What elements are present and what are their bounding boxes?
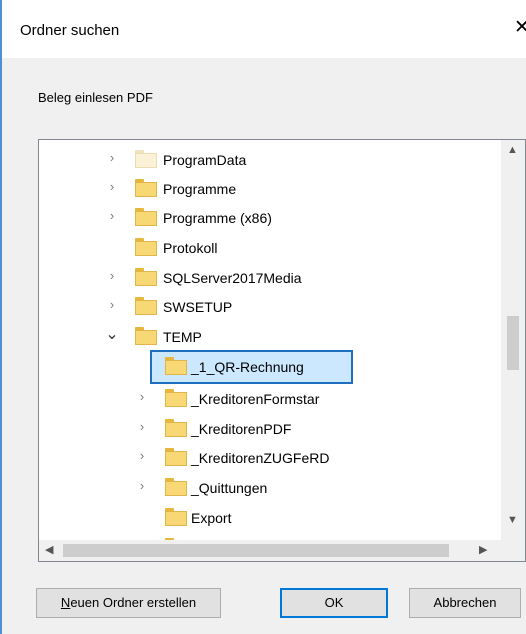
tree-item-swsetup[interactable]: › SWSETUP bbox=[39, 293, 499, 321]
tree-item-label: TEMP bbox=[163, 329, 202, 345]
tree-item-1-qr-rechnung[interactable]: _1_QR-Rechnung bbox=[39, 353, 499, 381]
expand-chevron-icon[interactable]: › bbox=[135, 419, 149, 435]
folder-icon bbox=[135, 297, 157, 315]
new-folder-button-mnemonic: N bbox=[60, 595, 71, 610]
tree-item-label: Protokoll bbox=[163, 240, 218, 256]
tree-item-export[interactable]: Export bbox=[39, 504, 499, 532]
tree-item-protokoll[interactable]: Protokoll bbox=[39, 234, 499, 262]
tree-item-label: _KreditorenZUGFeRD bbox=[191, 450, 330, 466]
expand-chevron-icon[interactable]: › bbox=[135, 448, 149, 464]
horizontal-scrollbar[interactable]: ◀ ▶ bbox=[39, 540, 501, 561]
tree-item-label: _KreditorenFormstar bbox=[191, 391, 320, 407]
collapse-chevron-icon[interactable]: ⌄ bbox=[105, 324, 119, 343]
folder-icon bbox=[165, 357, 187, 375]
tree-item-kreditorenzugferd[interactable]: › _KreditorenZUGFeRD bbox=[39, 444, 499, 472]
scroll-up-icon[interactable]: ▲ bbox=[507, 144, 518, 156]
scroll-down-icon[interactable]: ▼ bbox=[507, 514, 518, 526]
dialog-title: Ordner suchen bbox=[20, 22, 120, 39]
expand-chevron-icon[interactable]: › bbox=[135, 478, 149, 494]
folder-icon bbox=[165, 508, 187, 526]
scrollbar-corner bbox=[501, 540, 525, 561]
scroll-right-icon[interactable]: ▶ bbox=[479, 543, 487, 556]
tree-item-kreditorenformstar[interactable]: › _KreditorenFormstar bbox=[39, 385, 499, 413]
tree-item-label: _Quittungen bbox=[191, 480, 268, 496]
tree-item-label: SQLServer2017Media bbox=[163, 270, 302, 286]
expand-chevron-icon[interactable]: › bbox=[105, 150, 119, 166]
expand-chevron-icon[interactable]: › bbox=[105, 208, 119, 224]
folder-icon bbox=[135, 238, 157, 256]
tree-item-temp[interactable]: ⌄ TEMP bbox=[39, 323, 499, 351]
scroll-left-icon[interactable]: ◀ bbox=[45, 543, 53, 556]
horizontal-scroll-thumb[interactable] bbox=[63, 544, 449, 557]
tree-item-label: Programme bbox=[163, 181, 237, 197]
tree-item-label: Programme (x86) bbox=[163, 210, 272, 226]
vertical-scrollbar[interactable]: ▲ ▼ bbox=[501, 140, 525, 540]
folder-icon bbox=[165, 389, 187, 407]
dialog-description: Beleg einlesen PDF bbox=[38, 90, 153, 105]
folder-icon bbox=[165, 419, 187, 437]
expand-chevron-icon[interactable]: › bbox=[105, 268, 119, 284]
tree-item-label: ProgramData bbox=[163, 152, 247, 168]
expand-chevron-icon[interactable]: › bbox=[105, 179, 119, 195]
folder-icon bbox=[135, 327, 157, 345]
tree-item-sqlserver2017media[interactable]: › SQLServer2017Media bbox=[39, 264, 499, 292]
new-folder-button[interactable]: Neuen Ordner erstellen bbox=[36, 588, 221, 618]
new-folder-button-label: euen Ordner erstellen bbox=[70, 595, 197, 610]
folder-icon bbox=[135, 268, 157, 286]
tree-item-label: Export bbox=[191, 510, 232, 526]
tree-item-programme[interactable]: › Programme bbox=[39, 175, 499, 203]
title-bar: Ordner suchen ✕ bbox=[2, 0, 526, 58]
tree-item-programdata[interactable]: › ProgramData bbox=[39, 146, 499, 174]
close-icon[interactable]: ✕ bbox=[514, 16, 526, 40]
tree-item-label: SWSETUP bbox=[163, 299, 233, 315]
tree-item-programme-x86[interactable]: › Programme (x86) bbox=[39, 204, 499, 232]
folder-icon bbox=[135, 208, 157, 226]
ok-button[interactable]: OK bbox=[280, 588, 388, 618]
expand-chevron-icon[interactable]: › bbox=[135, 389, 149, 405]
tree-item-quittungen[interactable]: › _Quittungen bbox=[39, 474, 499, 502]
browse-folder-dialog: Ordner suchen ✕ Beleg einlesen PDF › Pro… bbox=[0, 0, 526, 634]
tree-item-kreditorenpdf[interactable]: › _KreditorenPDF bbox=[39, 415, 499, 443]
folder-light-icon bbox=[135, 150, 157, 168]
folder-icon bbox=[165, 478, 187, 496]
tree-item-label: _1_QR-Rechnung bbox=[191, 359, 304, 375]
expand-chevron-icon[interactable]: › bbox=[105, 297, 119, 313]
folder-tree[interactable]: › ProgramData › Programme › Programme (x… bbox=[38, 139, 526, 562]
vertical-scroll-thumb[interactable] bbox=[507, 316, 519, 370]
cancel-button[interactable]: Abbrechen bbox=[409, 588, 521, 618]
folder-icon bbox=[135, 179, 157, 197]
folder-icon bbox=[165, 448, 187, 466]
tree-item-label: _KreditorenPDF bbox=[191, 421, 292, 437]
